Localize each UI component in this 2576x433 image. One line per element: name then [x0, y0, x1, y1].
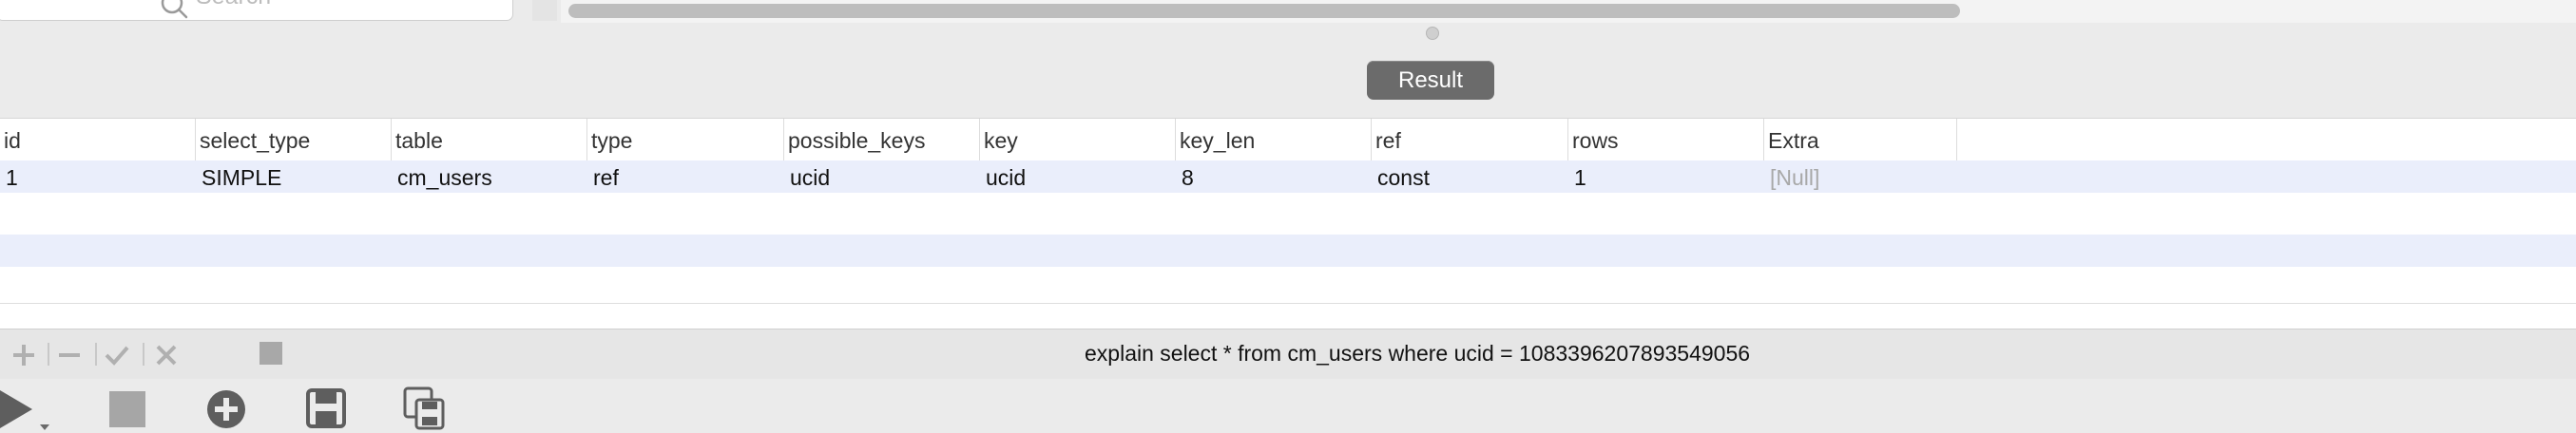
column-header-rows[interactable]: rows: [1568, 119, 1764, 160]
cell-extra[interactable]: [Null]: [1766, 160, 1956, 193]
cell-key[interactable]: ucid: [982, 160, 1176, 193]
column-header-table[interactable]: table: [392, 119, 587, 160]
splitter-handle[interactable]: [1426, 27, 1439, 40]
stop-icon[interactable]: [259, 341, 283, 366]
add-circle-icon[interactable]: [205, 388, 247, 430]
results-table: id select_type table type possible_keys …: [0, 118, 2576, 329]
cell-id[interactable]: 1: [2, 160, 196, 193]
pane-divider[interactable]: [532, 0, 557, 21]
play-icon[interactable]: [0, 388, 53, 432]
cell-key-len[interactable]: 8: [1178, 160, 1372, 193]
separator: [48, 343, 49, 366]
empty-row: [0, 193, 2576, 225]
minus-icon[interactable]: [55, 341, 84, 369]
empty-row: [0, 235, 2576, 267]
cell-type[interactable]: ref: [589, 160, 784, 193]
cell-table[interactable]: cm_users: [394, 160, 587, 193]
column-header-ref[interactable]: ref: [1372, 119, 1568, 160]
horizontal-scrollbar-thumb[interactable]: [568, 4, 1960, 18]
save-copy-icon[interactable]: [403, 386, 447, 430]
search-placeholder: Search: [196, 0, 271, 9]
separator: [95, 343, 97, 366]
empty-row: [0, 267, 2576, 299]
column-header-id[interactable]: id: [0, 119, 196, 160]
column-header-key[interactable]: key: [980, 119, 1176, 160]
bottom-toolbar: [0, 379, 2576, 433]
search-icon: [161, 0, 188, 19]
cell-rows[interactable]: 1: [1570, 160, 1764, 193]
cell-possible-keys[interactable]: ucid: [786, 160, 980, 193]
column-header-key-len[interactable]: key_len: [1176, 119, 1372, 160]
search-input[interactable]: Search: [0, 0, 513, 21]
query-text: explain select * from cm_users where uci…: [1085, 341, 1751, 366]
table-row[interactable]: 1 SIMPLE cm_users ref ucid ucid 8 const …: [0, 160, 2576, 193]
result-tab-button[interactable]: Result: [1367, 61, 1494, 100]
cell-ref[interactable]: const: [1374, 160, 1568, 193]
table-header: id select_type table type possible_keys …: [0, 119, 2576, 161]
column-header-type[interactable]: type: [587, 119, 784, 160]
column-header-possible-keys[interactable]: possible_keys: [784, 119, 980, 160]
separator: [143, 343, 144, 366]
status-bar: explain select * from cm_users where uci…: [0, 329, 2576, 379]
cell-select-type[interactable]: SIMPLE: [198, 160, 392, 193]
plus-icon[interactable]: [10, 341, 38, 369]
save-icon[interactable]: [306, 388, 346, 428]
x-icon[interactable]: [152, 341, 181, 369]
column-header-select-type[interactable]: select_type: [196, 119, 392, 160]
column-header-extra[interactable]: Extra: [1764, 119, 1957, 160]
checkmark-icon[interactable]: [103, 341, 131, 369]
table-divider: [0, 303, 2576, 304]
stop-icon[interactable]: [108, 390, 146, 428]
